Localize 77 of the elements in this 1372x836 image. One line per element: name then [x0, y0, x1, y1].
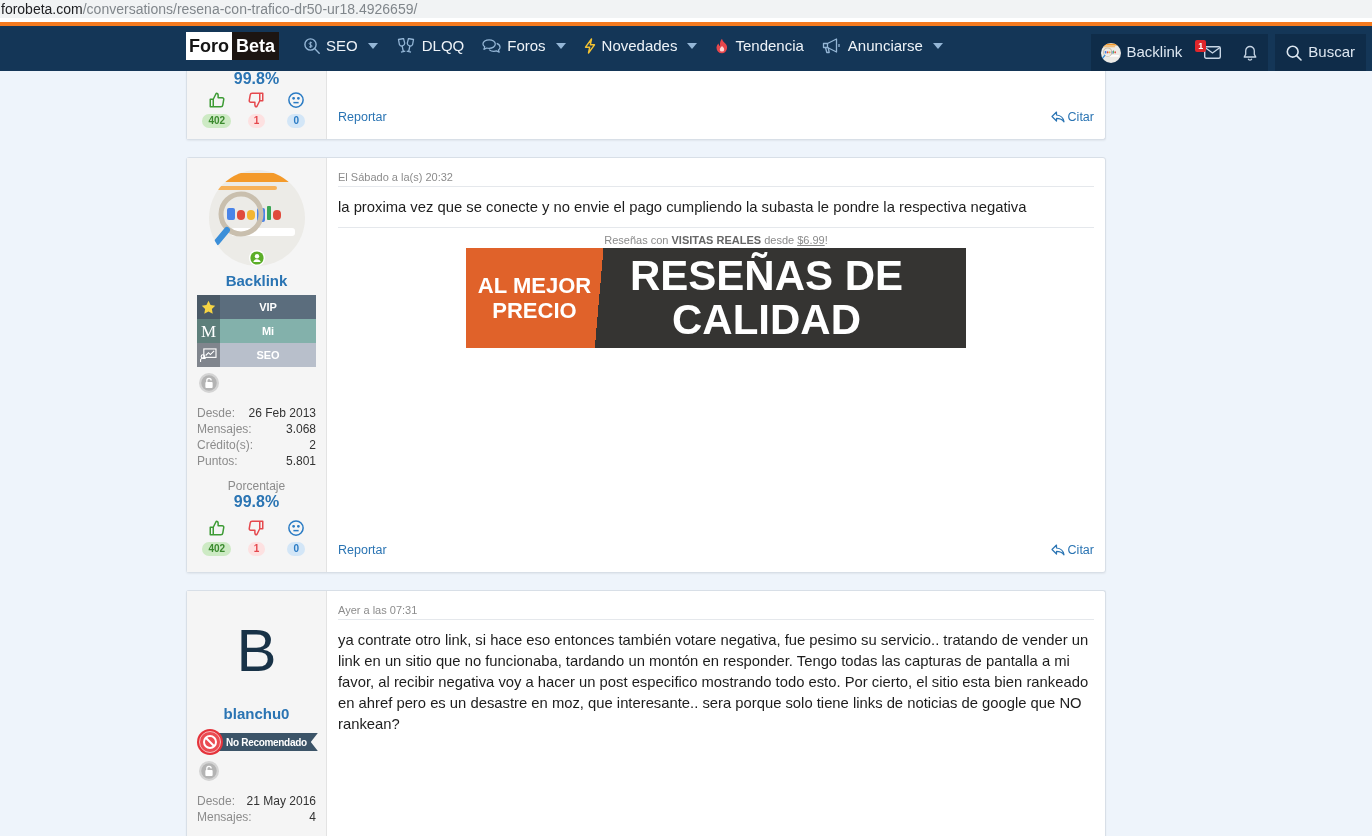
envelope-icon [1203, 46, 1221, 59]
avatar-letter[interactable]: B [208, 603, 305, 699]
thumbs-up-icon [207, 519, 226, 537]
logo-text[interactable]: Beta [232, 32, 279, 60]
chat-bubbles-icon [482, 38, 502, 54]
padlock-icon [199, 761, 219, 781]
stat-label: Mensajes: [197, 809, 252, 825]
address-bar[interactable]: forobeta.com/conversations/resena-con-trafico-dr50-ur18.4926659/ [0, 0, 1372, 18]
avatar-drawing[interactable] [1101, 42, 1122, 63]
stat-label: Desde: [197, 793, 236, 809]
post-date[interactable]: El Sábado a la(s) 20:32 [338, 170, 453, 184]
stat-label: Mensajes: [197, 421, 252, 437]
report-link[interactable]: Reportar [338, 542, 387, 558]
percentage-label: Porcentaje [227, 478, 286, 494]
thumbs-down-icon [247, 91, 266, 109]
nav-link[interactable]: Anunciarse [812, 28, 952, 64]
notification-badge: 1 [1195, 40, 1207, 52]
vote-count: 402 [202, 114, 232, 128]
rank-banner: VIP [220, 295, 316, 319]
padlock-icon [199, 373, 219, 393]
vote-count: 1 [247, 114, 266, 128]
ban-icon [197, 729, 223, 755]
rank-banner: Mi [220, 319, 316, 343]
post-message: la proxima vez que se conecte y no envie el pago cumpliendo la subasta le pondre la respectiva negativa [338, 198, 1027, 217]
rank-banner: SEO [220, 343, 316, 367]
post-message: ya contrate otro link, si hace eso entonces también votare negativa, fue pesimo su servicio.. tratando de vender un link en un sitio que no funcionaba, tardando un montón en responder. Tengo todas las capturas de pantalla a mi favor, al recibir negativa voy a hacer un post especifico mostrando todo esto. Por cierto, el sitio esta bien rankeado en ahref pero es un desastre en moz, que interesante.. sera porque solo tiene links de noticias de google que NO rankean? [338, 631, 1090, 734]
percentage-value: 99.8% [233, 71, 280, 87]
vote-count: 402 [202, 542, 232, 556]
stat-value: 2 [309, 437, 316, 453]
presentation-icon [197, 343, 220, 367]
nav-link[interactable]: SEO [295, 28, 387, 64]
ad-banner[interactable]: AL MEJOR PRECIO RESEÑAS DE CALIDAD [466, 248, 966, 348]
logo-text[interactable]: Foro [186, 32, 232, 60]
ad-caption: Reseñas con VISITAS REALES desde $6.99! [604, 233, 828, 247]
post-date[interactable]: Ayer a las 07:31 [338, 603, 418, 617]
nav-link[interactable]: DLQQ [386, 28, 474, 64]
stat-label: Puntos: [197, 453, 238, 469]
quote-link[interactable]: Citar [1050, 109, 1094, 125]
ad-banner-text: AL MEJOR PRECIO [476, 273, 593, 323]
search-button[interactable]: Buscar [1275, 34, 1366, 71]
price-link[interactable]: $6.99 [797, 234, 825, 246]
report-link[interactable]: Reportar [338, 109, 387, 125]
lightning-icon [583, 38, 596, 54]
stat-label: Crédito(s): [197, 437, 253, 453]
magnifier-icon [304, 38, 320, 54]
nav-link[interactable]: Novedades [574, 28, 707, 64]
username-link[interactable]: blanchu0 [223, 705, 290, 723]
letter-icon: M [197, 319, 220, 343]
stat-value: 4 [309, 809, 316, 825]
inbox-button[interactable]: 1 [1192, 34, 1233, 71]
stat-value: 21 May 2016 [246, 793, 316, 809]
stat-value: 5.801 [285, 453, 316, 469]
ad-banner-text: RESEÑAS DE CALIDAD [628, 254, 905, 342]
reply-arrow-icon [1050, 111, 1065, 123]
stat-value: 3.068 [285, 421, 316, 437]
search-icon [1286, 44, 1303, 61]
vote-count: 0 [287, 542, 305, 556]
thumbs-down-icon [247, 519, 266, 537]
reply-arrow-icon [1050, 544, 1065, 556]
stat-value: 26 Feb 2013 [248, 405, 316, 421]
thumbs-up-icon [207, 91, 226, 109]
flame-icon [715, 38, 730, 54]
megaphone-icon [821, 38, 842, 54]
status-ribbon: No Recomendado [218, 733, 318, 751]
vote-count: 1 [247, 542, 266, 556]
nav-link[interactable]: Foros [473, 28, 575, 64]
bell-icon [1243, 44, 1258, 61]
nav-link[interactable]: Tendencia [706, 28, 813, 64]
quote-link[interactable]: Citar [1050, 542, 1094, 558]
account-button[interactable]: Backlink [1091, 34, 1193, 71]
vote-count: 0 [287, 114, 305, 128]
neutral-face-icon [287, 519, 306, 537]
percentage-value: 99.8% [233, 494, 280, 510]
neutral-face-icon [287, 91, 306, 109]
stat-label: Desde: [197, 405, 236, 421]
glasses-icon [395, 38, 416, 54]
username-link[interactable]: Backlink [225, 272, 288, 290]
